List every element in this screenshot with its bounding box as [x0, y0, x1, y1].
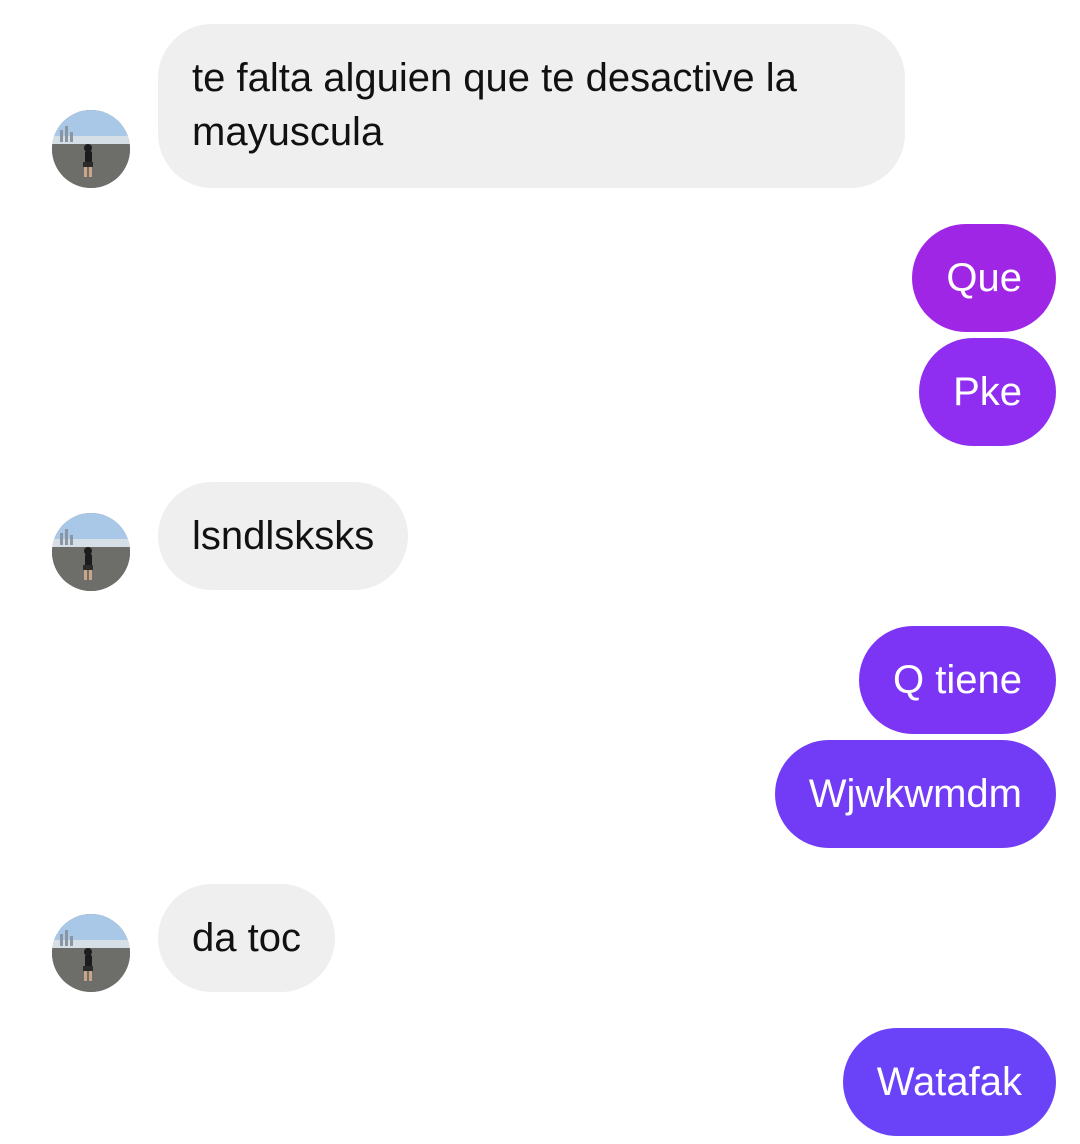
contact-avatar[interactable]	[52, 914, 130, 992]
outgoing-message[interactable]: Q tiene	[859, 626, 1056, 734]
contact-avatar[interactable]	[52, 513, 130, 591]
outgoing-message[interactable]: Watafak	[842, 1028, 1056, 1136]
message-text: Que	[946, 256, 1022, 300]
avatar-photo-icon	[52, 513, 130, 591]
outgoing-message[interactable]: Pke	[919, 338, 1056, 446]
message-text: Wjwkwmdm	[808, 772, 1022, 816]
outgoing-message[interactable]: Que	[912, 224, 1056, 332]
message-thread: te falta alguien que te desactive la may…	[0, 0, 1080, 1144]
contact-avatar[interactable]	[52, 110, 130, 188]
message-text: Pke	[953, 370, 1022, 414]
incoming-message[interactable]: lsndlsksks	[158, 482, 409, 590]
avatar-photo-icon	[52, 914, 130, 992]
incoming-message[interactable]: da toc	[158, 884, 335, 992]
message-text: Q tiene	[893, 658, 1022, 702]
message-text: lsndlsksks	[192, 514, 375, 558]
incoming-message[interactable]: te falta alguien que te desactive la may…	[158, 24, 905, 188]
outgoing-message[interactable]: Wjwkwmdm	[774, 740, 1056, 848]
message-text: te falta alguien que te desactive la may…	[192, 56, 797, 154]
message-text: Watafak	[876, 1060, 1022, 1104]
message-text: da toc	[192, 916, 301, 960]
avatar-photo-icon	[52, 110, 130, 188]
